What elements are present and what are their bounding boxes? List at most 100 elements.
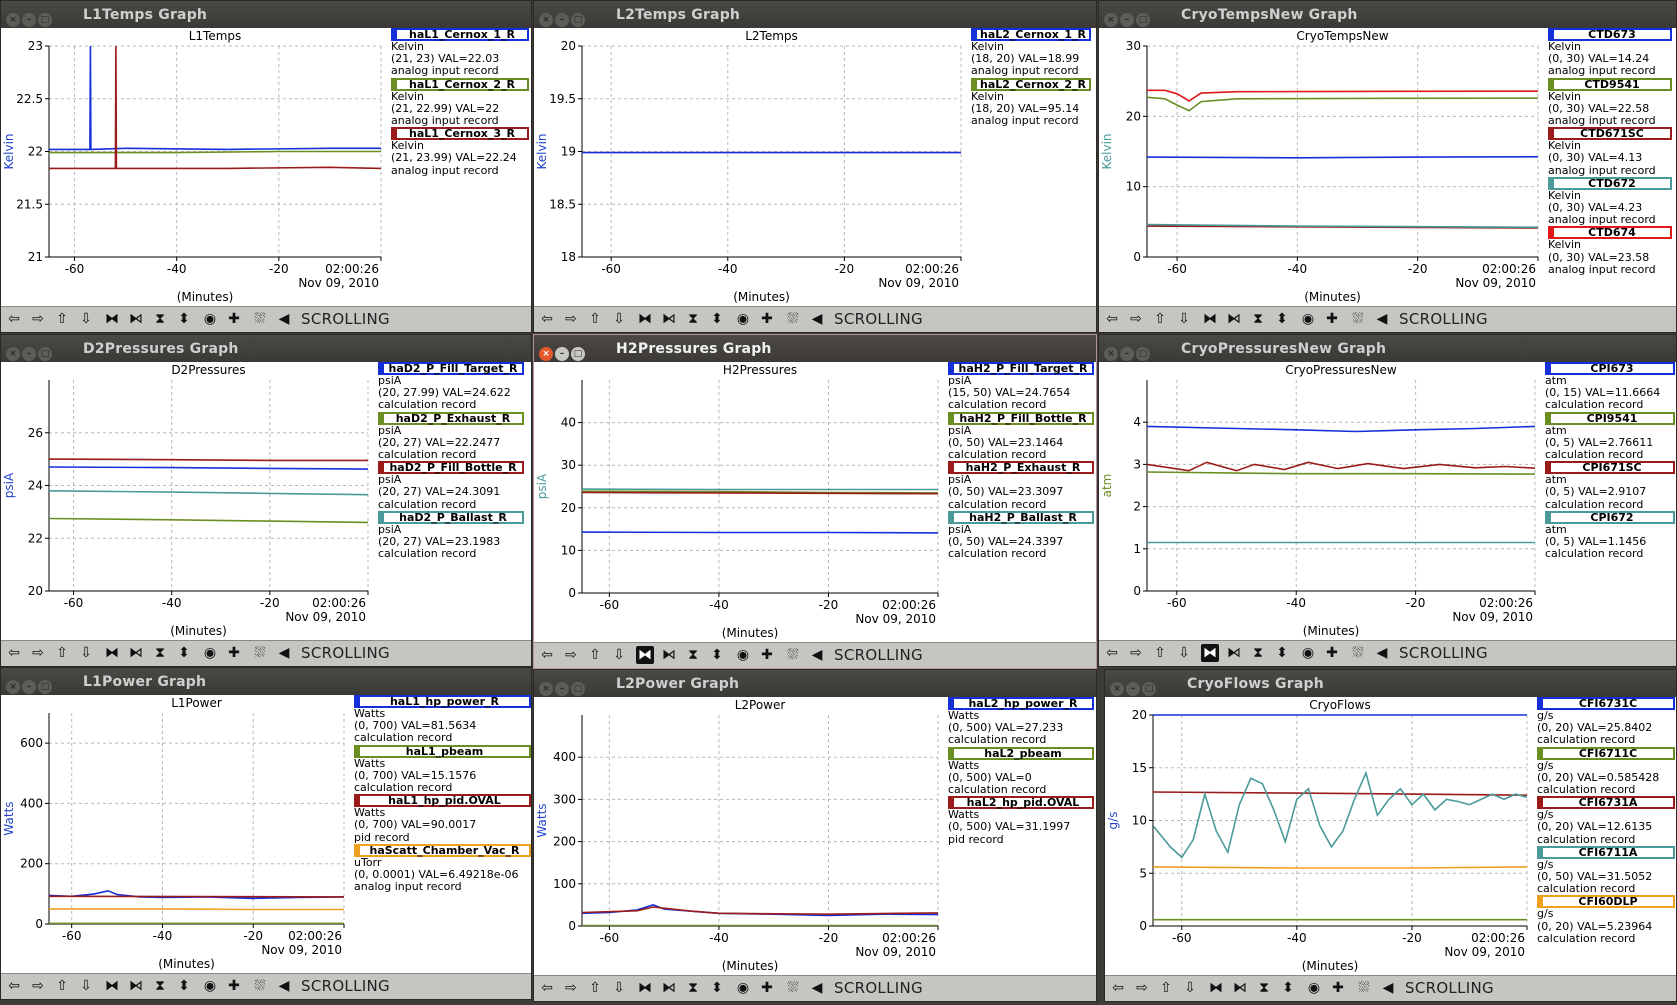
autoscale-icon[interactable]: ⛆ (784, 979, 802, 997)
legend-entry[interactable]: haL1_pbeam Watts (0, 700) VAL=15.1576 calcu… (354, 744, 531, 795)
legend-name-box[interactable]: haH2_P_Exhaust_R (948, 461, 1094, 475)
maximize-window-icon[interactable]: □ (38, 680, 52, 694)
legend-name-box[interactable]: haL1_pbeam (354, 744, 531, 758)
autoscale-icon[interactable]: ⛆ (251, 977, 269, 995)
arrow-down-icon[interactable]: ⇩ (77, 977, 95, 995)
plot-area[interactable]: L1Power 0 200 400 600 -60 -40 -20 02:00:26 Nov 09… (1, 695, 354, 974)
cursor-icon[interactable]: ◀ (1379, 979, 1397, 997)
legend-name-box[interactable]: CFI6711A (1537, 845, 1675, 859)
chart-svg[interactable]: H2Pressures 0 10 20 30 40 -60 -40 -20 02:00:26Nov… (534, 362, 948, 643)
close-window-icon[interactable]: × (6, 347, 20, 361)
zoom-in-y-icon[interactable]: ⧗ (684, 310, 702, 328)
maximize-window-icon[interactable]: □ (571, 682, 585, 696)
legend-name-box[interactable]: haH2_P_Fill_Bottle_R (948, 411, 1094, 425)
chart-svg[interactable]: L2Temps 18 18.5 19 19.5 20 -60 -40 -20 02:00:26No… (534, 28, 971, 307)
zoom-in-y-icon[interactable]: ⧗ (1249, 644, 1267, 662)
zoom-out-y-icon[interactable]: ⬍ (708, 979, 726, 997)
arrow-left-icon[interactable]: ⇦ (5, 977, 23, 995)
zoom-out-x-icon[interactable]: ⧑ (660, 646, 678, 664)
zoom-in-y-icon[interactable]: ⧗ (151, 310, 169, 328)
zoom-in-y-icon[interactable]: ⧗ (684, 979, 702, 997)
autoscale-icon[interactable]: ⛆ (1349, 310, 1367, 328)
zoom-in-x-icon[interactable]: ⧓ (636, 310, 654, 328)
title-bar[interactable]: × – □ L2Power Graph (534, 670, 1096, 697)
arrow-up-icon[interactable]: ⇧ (53, 310, 71, 328)
close-window-icon[interactable]: × (539, 682, 553, 696)
legend-name-box[interactable]: haL2_Cernox_2_R (971, 77, 1091, 91)
target-icon[interactable]: ◉ (1299, 310, 1317, 328)
arrow-up-icon[interactable]: ⇧ (53, 644, 71, 662)
chart-svg[interactable]: L2Power 0 100 200 300 400 -60 -40 -20 02:00:26Nov… (534, 697, 948, 976)
title-bar[interactable]: × – □ L1Temps Graph (1, 1, 531, 28)
arrow-left-icon[interactable]: ⇦ (538, 310, 556, 328)
legend-name-box[interactable]: haL2_hp_pid.OVAL (948, 796, 1094, 810)
zoom-in-x-icon[interactable]: ⧓ (103, 310, 121, 328)
zoom-in-x-icon[interactable]: ⧓ (103, 977, 121, 995)
legend-entry[interactable]: haL1_Cernox_2_R Kelvin (21, 22.99) VAL=22 a… (391, 77, 529, 128)
legend-entry[interactable]: CTD674 Kelvin (0, 30) VAL=23.58 analog inpu… (1548, 226, 1672, 276)
target-icon[interactable]: ◉ (201, 310, 219, 328)
maximize-window-icon[interactable]: □ (1142, 682, 1156, 696)
zoom-in-y-icon[interactable]: ⧗ (151, 644, 169, 662)
legend-name-box[interactable]: haL2_pbeam (948, 746, 1094, 760)
legend-entry[interactable]: CFI6711C g/s (0, 20) VAL=0.585428 calculati… (1537, 746, 1675, 797)
arrow-up-icon[interactable]: ⇧ (586, 646, 604, 664)
scrolling-mode-label[interactable]: SCROLLING (301, 977, 390, 995)
legend-name-box[interactable]: CTD673 (1548, 28, 1672, 41)
zoom-out-y-icon[interactable]: ⬍ (708, 646, 726, 664)
zoom-out-y-icon[interactable]: ⬍ (1279, 979, 1297, 997)
zoom-in-y-icon[interactable]: ⧗ (1255, 979, 1273, 997)
title-bar[interactable]: × – □ CryoPressuresNew Graph (1099, 335, 1676, 362)
arrow-right-icon[interactable]: ⇨ (562, 979, 580, 997)
legend-entry[interactable]: CTD671SC Kelvin (0, 30) VAL=4.13 analog inp… (1548, 127, 1672, 177)
zoom-in-x-icon[interactable]: ⧓ (103, 644, 121, 662)
legend-name-box[interactable]: CFI60DLP (1537, 895, 1675, 909)
minimize-window-icon[interactable]: – (1120, 347, 1134, 361)
autoscale-icon[interactable]: ⛆ (1349, 644, 1367, 662)
cursor-icon[interactable]: ◀ (275, 977, 293, 995)
legend-entry[interactable]: haH2_P_Exhaust_R psiA (0, 50) VAL=23.3097 c… (948, 461, 1094, 511)
legend-name-box[interactable]: haL1_hp_power_R (354, 695, 531, 708)
zoom-out-y-icon[interactable]: ⬍ (175, 644, 193, 662)
zoom-out-y-icon[interactable]: ⬍ (1273, 310, 1291, 328)
minimize-window-icon[interactable]: – (555, 13, 569, 27)
legend-entry[interactable]: haD2_P_Fill_Bottle_R psiA (20, 27) VAL=24.… (378, 461, 524, 511)
plot-area[interactable]: CryoPressuresNew 0 1 2 3 4 -60 -40 -20 02:00:26 No… (1099, 362, 1545, 641)
legend-entry[interactable]: haScatt_Chamber_Vac_R uTorr (0, 0.0001) VA… (354, 843, 531, 894)
arrow-right-icon[interactable]: ⇨ (29, 310, 47, 328)
legend-name-box[interactable]: haD2_P_Ballast_R (378, 510, 524, 524)
legend-entry[interactable]: haL2_Cernox_1_R Kelvin (18, 20) VAL=18.99 a… (971, 28, 1091, 78)
arrow-up-icon[interactable]: ⇧ (586, 979, 604, 997)
legend-name-box[interactable]: haL1_Cernox_2_R (391, 77, 529, 91)
scrolling-mode-label[interactable]: SCROLLING (1399, 310, 1488, 328)
legend-entry[interactable]: CPI672 atm (0, 5) VAL=1.1456 calculation re… (1545, 510, 1675, 561)
maximize-window-icon[interactable]: □ (571, 13, 585, 27)
zoom-out-x-icon[interactable]: ⧑ (127, 977, 145, 995)
crosshair-icon[interactable]: ✚ (225, 644, 243, 662)
legend-name-box[interactable]: haL2_hp_power_R (948, 697, 1094, 710)
legend-entry[interactable]: haH2_P_Ballast_R psiA (0, 50) VAL=24.3397 c… (948, 510, 1094, 561)
arrow-down-icon[interactable]: ⇩ (1181, 979, 1199, 997)
maximize-window-icon[interactable]: □ (38, 13, 52, 27)
minimize-window-icon[interactable]: – (555, 347, 569, 361)
scrolling-mode-label[interactable]: SCROLLING (301, 310, 390, 328)
minimize-window-icon[interactable]: – (22, 680, 36, 694)
legend-entry[interactable]: CPI671SC atm (0, 5) VAL=2.9107 calculation … (1545, 461, 1675, 511)
autoscale-icon[interactable]: ⛆ (1355, 979, 1373, 997)
plot-area[interactable]: CryoFlows 0 5 10 15 20 -60 -40 -20 02:00:26 Nov 09… (1105, 697, 1537, 976)
zoom-in-x-icon[interactable]: ⧓ (1201, 644, 1219, 662)
minimize-window-icon[interactable]: – (1120, 13, 1134, 27)
arrow-down-icon[interactable]: ⇩ (610, 646, 628, 664)
zoom-out-x-icon[interactable]: ⧑ (127, 310, 145, 328)
zoom-out-y-icon[interactable]: ⬍ (1273, 644, 1291, 662)
plot-area[interactable]: H2Pressures 0 10 20 30 40 -60 -40 -20 02:00:26 Nov… (534, 362, 948, 643)
zoom-in-x-icon[interactable]: ⧓ (636, 646, 654, 664)
minimize-window-icon[interactable]: – (1126, 682, 1140, 696)
maximize-window-icon[interactable]: □ (38, 347, 52, 361)
arrow-down-icon[interactable]: ⇩ (610, 979, 628, 997)
arrow-down-icon[interactable]: ⇩ (1175, 310, 1193, 328)
zoom-in-y-icon[interactable]: ⧗ (684, 646, 702, 664)
title-bar[interactable]: × – □ CryoTempsNew Graph (1099, 1, 1676, 28)
legend-entry[interactable]: haL2_hp_power_R Watts (0, 500) VAL=27.233 c… (948, 697, 1094, 747)
target-icon[interactable]: ◉ (1299, 644, 1317, 662)
